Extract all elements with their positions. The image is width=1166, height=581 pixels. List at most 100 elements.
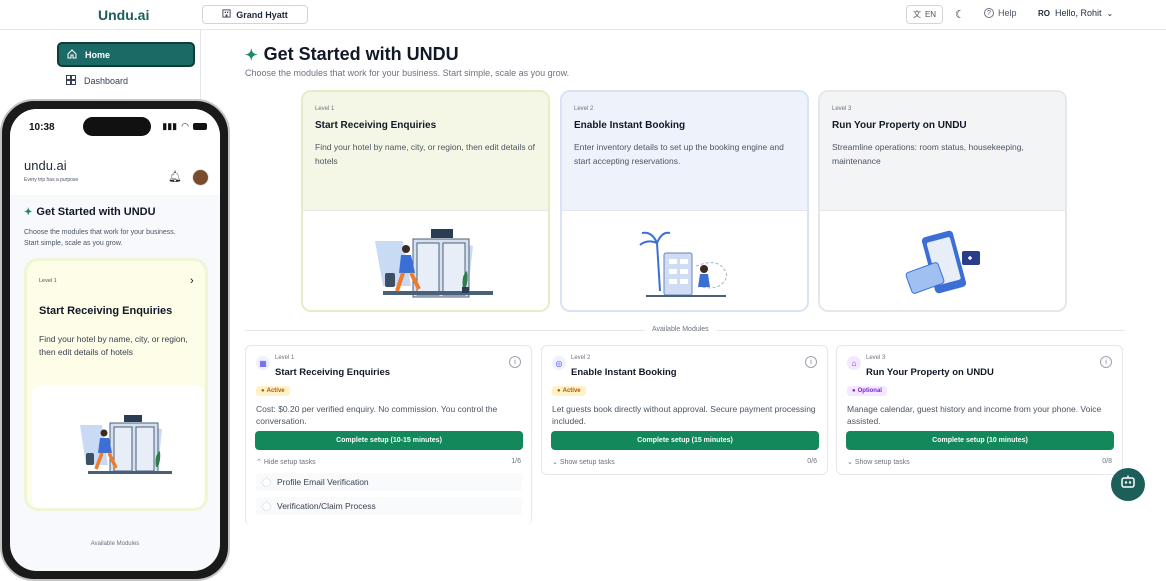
level-label: Level 1 [39, 278, 57, 284]
level-title: Start Receiving Enquiries [39, 305, 173, 317]
home-icon [67, 48, 77, 61]
hotel-icon: ▦ [256, 356, 270, 370]
module-card-2: ◎ Level 2 Enable Instant Booking i ● Acti… [541, 345, 828, 475]
help-label: Help [998, 8, 1017, 18]
available-modules-label: Available Modules [645, 326, 716, 333]
sidebar-item-label: Home [85, 49, 111, 60]
language-label: EN [924, 10, 937, 19]
sparkle-icon: ✦ [24, 206, 33, 218]
level-card-header: Level 3 Run Your Property on UNDU Stream… [820, 92, 1065, 210]
hotel-entrance-illustration [32, 385, 203, 508]
chevron-right-icon: › [190, 275, 194, 287]
level-card-header: Level 1 Start Receiving Enquiries Find y… [303, 92, 548, 210]
top-bar: Undu.ai Grand Hyatt 文 EN ☾ ? Help RO Hel… [0, 0, 1166, 30]
level-title: Run Your Property on UNDU [832, 120, 967, 131]
hotel-entrance-illustration [303, 210, 548, 310]
chevron-down-icon: ⌄ [552, 459, 558, 466]
page-title: ✦ Get Started with UNDU [245, 44, 459, 65]
language-button[interactable]: 文 EN [906, 5, 943, 24]
task-item[interactable]: Verification/Claim Process [256, 497, 522, 515]
toggle-setup-tasks[interactable]: ⌄ Show setup tasks [847, 458, 910, 466]
booking-illustration [562, 210, 807, 310]
complete-setup-button[interactable]: Complete setup (10 minutes) [846, 431, 1114, 450]
app-logo[interactable]: Undu.ai [98, 7, 149, 23]
complete-setup-button[interactable]: Complete setup (15 minutes) [551, 431, 819, 450]
building-icon [222, 9, 231, 20]
level-description: Streamline operations: room status, hous… [832, 142, 1024, 166]
tasks-count: 1/6 [511, 458, 521, 465]
translate-icon: 文 [912, 10, 921, 19]
chevron-down-icon: ⌄ [847, 459, 853, 466]
module-description: Let guests book directly without approva… [552, 404, 816, 426]
chevron-down-icon: ⌄ [1106, 8, 1114, 18]
user-initials: RO [1038, 8, 1050, 18]
phone-available-modules-label: Available Modules [90, 541, 140, 547]
status-badge: ● Active [256, 386, 290, 396]
dynamic-island [83, 117, 151, 136]
sidebar-item-home[interactable]: Home [57, 42, 195, 67]
phone-screen: 10:38 ▮▮▮ ◠ undu.ai Every trip has a pur… [10, 109, 220, 571]
dark-mode-toggle-icon[interactable]: ☾ [955, 8, 965, 21]
level-label: Level 2 [574, 106, 594, 112]
level-card-2[interactable]: Level 2 Enable Instant Booking Enter inv… [560, 90, 809, 312]
level-label: Level 1 [315, 106, 335, 112]
user-menu[interactable]: RO Hello, Rohit ⌄ [1038, 8, 1113, 18]
phone-payment-illustration [820, 210, 1065, 310]
level-title: Start Receiving Enquiries [315, 120, 437, 131]
help-icon: ? [984, 8, 994, 18]
level-card-3[interactable]: Level 3 Run Your Property on UNDU Stream… [818, 90, 1067, 312]
phone-page-subtitle: Choose the modules that work for your bu… [24, 229, 176, 247]
phone-tagline: Every trip has a purpose [24, 177, 79, 183]
sidebar-item-dashboard[interactable]: Dashboard [66, 75, 128, 87]
level-description: Find your hotel by name, city, or region… [315, 142, 536, 166]
status-icons: ▮▮▮ ◠ [162, 121, 207, 132]
hotel-name: Grand Hyatt [236, 9, 288, 20]
module-level: Level 1 [275, 355, 295, 361]
bell-icon[interactable]: 🔔︎ [168, 170, 182, 183]
complete-setup-button[interactable]: Complete setup (10-15 minutes) [255, 431, 523, 450]
battery-icon [193, 123, 207, 130]
phone-logo[interactable]: undu.ai [24, 158, 67, 173]
module-card-1: ▦ Level 1 Start Receiving Enquiries i ● A… [245, 345, 532, 525]
module-title: Start Receiving Enquiries [275, 367, 391, 378]
globe-icon: ◎ [552, 356, 566, 370]
task-checkbox[interactable] [262, 501, 271, 511]
robot-icon [1120, 475, 1136, 494]
phone-level-card[interactable]: Level 1 › Start Receiving Enquiries Find… [24, 258, 208, 511]
phone-mockup: 10:38 ▮▮▮ ◠ undu.ai Every trip has a pur… [0, 99, 230, 581]
toggle-setup-tasks[interactable]: ⌄ Show setup tasks [552, 458, 615, 466]
phone-page-title-text: Get Started with UNDU [36, 206, 156, 218]
phone-time: 10:38 [29, 122, 55, 133]
page-title-text: Get Started with UNDU [263, 44, 459, 64]
chatbot-button[interactable] [1111, 468, 1145, 501]
status-badge: ● Optional [847, 386, 887, 396]
module-card-3: ⌂ Level 3 Run Your Property on UNDU i ● O… [836, 345, 1123, 475]
hotel-selector-button[interactable]: Grand Hyatt [202, 5, 308, 24]
task-item[interactable]: Profile Email Verification [256, 473, 522, 491]
module-description: Manage calendar, guest history and incom… [847, 404, 1102, 426]
module-title: Enable Instant Booking [571, 367, 677, 378]
status-badge: ● Active [552, 386, 586, 396]
info-icon[interactable]: i [509, 356, 521, 368]
info-icon[interactable]: i [805, 356, 817, 368]
page-subtitle: Choose the modules that work for your bu… [245, 68, 570, 78]
module-title: Run Your Property on UNDU [866, 367, 994, 378]
phone-header: undu.ai Every trip has a purpose 🔔︎ [10, 143, 220, 195]
task-checkbox[interactable] [262, 477, 271, 487]
info-icon[interactable]: i [1100, 356, 1112, 368]
dashboard-icon [66, 75, 76, 87]
module-level: Level 3 [866, 355, 886, 361]
toggle-setup-tasks[interactable]: ⌃ Hide setup tasks [256, 458, 316, 466]
wifi-icon: ◠ [181, 121, 189, 131]
help-button[interactable]: ? Help [984, 8, 1017, 18]
phone-status-bar: 10:38 ▮▮▮ ◠ [10, 109, 220, 143]
module-description: Cost: $0.20 per verified enquiry. No com… [256, 404, 498, 426]
level-card-1[interactable]: Level 1 Start Receiving Enquiries Find y… [301, 90, 550, 312]
avatar[interactable] [192, 169, 209, 186]
phone-page-title: ✦ Get Started with UNDU [24, 206, 156, 218]
tasks-count: 0/8 [1102, 458, 1112, 465]
user-greeting: Hello, Rohit [1055, 8, 1102, 18]
module-level: Level 2 [571, 355, 591, 361]
level-label: Level 3 [832, 106, 852, 112]
level-description: Enter inventory details to set up the bo… [574, 142, 784, 166]
